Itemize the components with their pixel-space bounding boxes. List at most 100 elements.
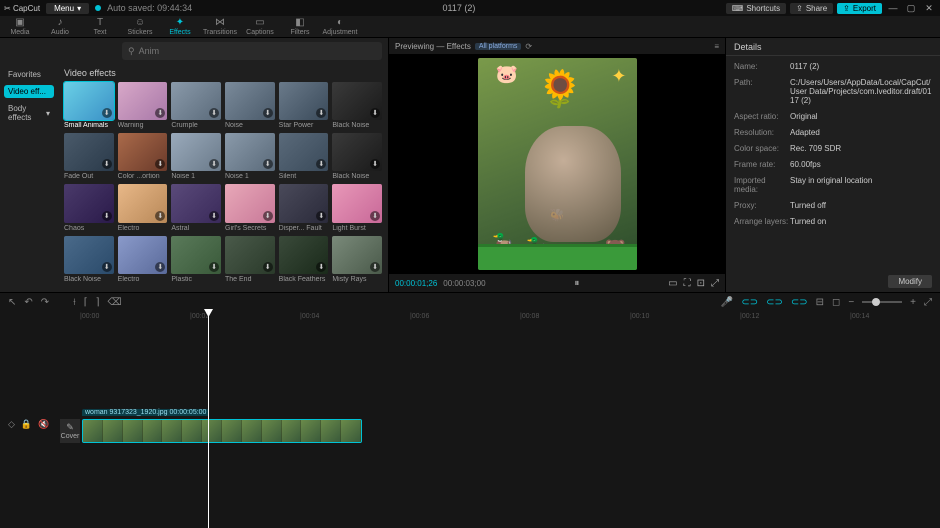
timeline-tracks[interactable]: ✎Cover woman 9317323_1920.jpg 00:00:05:0…	[60, 325, 940, 528]
redo-icon[interactable]: ↷	[41, 297, 49, 308]
download-icon[interactable]: ⬇	[263, 159, 273, 169]
effect-electro[interactable]: ⬇Electro	[118, 184, 168, 231]
effect-astral[interactable]: ⬇Astral	[171, 184, 221, 231]
effect-crumple[interactable]: ⬇Crumple	[171, 82, 221, 129]
platforms-pill[interactable]: All platforms	[475, 43, 522, 50]
sidebar-item-video-eff-[interactable]: Video eff...	[4, 85, 54, 98]
fit-timeline-icon[interactable]: ⤢	[924, 297, 932, 308]
modify-button[interactable]: Modify	[888, 275, 932, 288]
nav-media[interactable]: ▣Media	[0, 16, 40, 37]
download-icon[interactable]: ⬇	[102, 108, 112, 118]
search-input[interactable]: ⚲ Anim	[122, 42, 382, 60]
export-button[interactable]: ⇪ Export	[837, 3, 882, 14]
preview-snap-icon[interactable]: ◻	[832, 297, 840, 308]
download-icon[interactable]: ⬇	[370, 211, 380, 221]
share-button[interactable]: ⇪ Share	[790, 3, 833, 14]
effect-fade-out[interactable]: ⬇Fade Out	[64, 133, 114, 180]
trim-right-icon[interactable]: ⌉	[96, 297, 100, 308]
download-icon[interactable]: ⬇	[102, 262, 112, 272]
download-icon[interactable]: ⬇	[263, 211, 273, 221]
menu-button[interactable]: Menu ▾	[46, 3, 89, 14]
fit-icon[interactable]: ⛶	[684, 278, 691, 289]
close-button[interactable]: ✕	[922, 1, 936, 15]
effect-chaos[interactable]: ⬇Chaos	[64, 184, 114, 231]
download-icon[interactable]: ⬇	[370, 262, 380, 272]
ratio-icon[interactable]: ▭	[668, 278, 677, 289]
download-icon[interactable]: ⬇	[316, 262, 326, 272]
effect-disper-fault[interactable]: ⬇Disper... Fault	[279, 184, 329, 231]
effect-star-power[interactable]: ⬇Star Power	[279, 82, 329, 129]
track-mute-icon[interactable]: 🔇	[38, 419, 49, 430]
zoom-slider[interactable]	[862, 301, 902, 303]
refresh-icon[interactable]: ⟳	[525, 42, 532, 51]
download-icon[interactable]: ⬇	[102, 159, 112, 169]
nav-adjustment[interactable]: ◐Adjustment	[320, 16, 360, 37]
trim-left-icon[interactable]: ⌈	[84, 297, 88, 308]
effect-plastic[interactable]: ⬇Plastic	[171, 236, 221, 283]
sidebar-item-body-effects[interactable]: Body effects▾	[4, 102, 54, 124]
download-icon[interactable]: ⬇	[316, 159, 326, 169]
toggle-2-icon[interactable]: ⊂⊃	[766, 297, 783, 308]
minimize-button[interactable]: —	[886, 1, 900, 15]
effect-noise-[interactable]: ⬇Noise 1	[171, 133, 221, 180]
effect-the-end[interactable]: ⬇The End	[225, 236, 275, 283]
effect-girl-s-secrets[interactable]: ⬇Girl's Secrets	[225, 184, 275, 231]
mic-icon[interactable]: 🎤	[721, 297, 733, 308]
preview-menu-icon[interactable]: ≡	[714, 42, 719, 51]
effect-noise[interactable]: ⬇Noise	[225, 82, 275, 129]
toggle-1-icon[interactable]: ⊂⊃	[741, 297, 758, 308]
effect-silent[interactable]: ⬇Silent	[279, 133, 329, 180]
nav-transitions[interactable]: ⋈Transitions	[200, 16, 240, 37]
effect-black-noise[interactable]: ⬇Black Noise	[332, 133, 382, 180]
toggle-3-icon[interactable]: ⊂⊃	[791, 297, 808, 308]
track-visibility-icon[interactable]: ◇	[8, 419, 15, 430]
download-icon[interactable]: ⬇	[155, 262, 165, 272]
effect-black-noise[interactable]: ⬇Black Noise	[332, 82, 382, 129]
timeline-ruler[interactable]: |00:00|00:02|00:04|00:06|00:08|00:10|00:…	[60, 311, 940, 325]
video-clip[interactable]	[82, 419, 362, 443]
download-icon[interactable]: ⬇	[155, 159, 165, 169]
effect-noise-[interactable]: ⬇Noise 1	[225, 133, 275, 180]
effect-color-ortion[interactable]: ⬇Color ...ortion	[118, 133, 168, 180]
fullscreen-icon[interactable]: ⤢	[711, 278, 719, 289]
track-lock-icon[interactable]: 🔒	[21, 419, 32, 430]
effect-misty-rays[interactable]: ⬇Misty Rays	[332, 236, 382, 283]
effect-electro[interactable]: ⬇Electro	[118, 236, 168, 283]
cover-button[interactable]: ✎Cover	[60, 419, 80, 443]
download-icon[interactable]: ⬇	[316, 108, 326, 118]
delete-icon[interactable]: ⌫	[108, 297, 122, 308]
nav-filters[interactable]: ◧Filters	[280, 16, 320, 37]
nav-text[interactable]: TText	[80, 16, 120, 37]
download-icon[interactable]: ⬇	[209, 211, 219, 221]
split-icon[interactable]: ⟊	[73, 297, 76, 308]
zoom-reset-icon[interactable]: ⊡	[697, 278, 705, 289]
effect-light-burst[interactable]: ⬇Light Burst	[332, 184, 382, 231]
preview-viewport[interactable]: 🐷 🌻 ✦ 🐝 🦆 🦆 🐻	[478, 58, 637, 270]
shortcuts-button[interactable]: ⌨ Shortcuts	[726, 3, 786, 14]
effect-warning[interactable]: ⬇Warning	[118, 82, 168, 129]
nav-audio[interactable]: ♪Audio	[40, 16, 80, 37]
download-icon[interactable]: ⬇	[155, 108, 165, 118]
snap-icon[interactable]: ⊟	[816, 297, 824, 308]
zoom-out-icon[interactable]: −	[848, 297, 854, 308]
download-icon[interactable]: ⬇	[316, 211, 326, 221]
maximize-button[interactable]: ▢	[904, 1, 918, 15]
download-icon[interactable]: ⬇	[209, 262, 219, 272]
download-icon[interactable]: ⬇	[209, 159, 219, 169]
effect-small-animals[interactable]: ⬇Small Animals	[64, 82, 114, 129]
effect-black-noise[interactable]: ⬇Black Noise	[64, 236, 114, 283]
playhead[interactable]	[208, 311, 209, 528]
zoom-in-icon[interactable]: +	[910, 297, 916, 308]
nav-stickers[interactable]: ☺Stickers	[120, 16, 160, 37]
download-icon[interactable]: ⬇	[370, 159, 380, 169]
play-pause-button[interactable]: ⏸	[574, 278, 579, 289]
sidebar-item-favorites[interactable]: Favorites	[4, 68, 54, 81]
undo-icon[interactable]: ↶	[24, 297, 32, 308]
download-icon[interactable]: ⬇	[370, 108, 380, 118]
download-icon[interactable]: ⬇	[263, 262, 273, 272]
download-icon[interactable]: ⬇	[102, 211, 112, 221]
effect-black-feathers[interactable]: ⬇Black Feathers	[279, 236, 329, 283]
nav-captions[interactable]: ▭Captions	[240, 16, 280, 37]
download-icon[interactable]: ⬇	[263, 108, 273, 118]
nav-effects[interactable]: ✦Effects	[160, 16, 200, 37]
